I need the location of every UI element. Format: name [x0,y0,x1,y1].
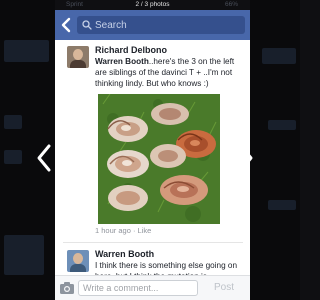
comment-timestamp: 1 hour ago [95,226,131,235]
back-button[interactable] [59,16,73,34]
app-header [55,10,250,40]
background-ghost-block [4,115,22,129]
background-ghost-block [262,48,296,64]
tagged-user-link[interactable]: Warren Booth [95,57,149,66]
comment-meta: 1 hour ago · Like [95,226,151,236]
back-arrow-icon [61,17,71,33]
meta-separator: · [130,226,138,235]
background-right [250,0,300,300]
background-ghost-block [4,150,22,164]
search-input[interactable] [95,16,240,34]
background-ghost-block [268,120,296,130]
comment-text: Warren Booth..here's the 3 on the left a… [95,56,243,89]
search-icon [82,20,92,30]
background-ghost-block [4,235,44,275]
like-link[interactable]: Like [138,226,152,235]
avatar[interactable] [67,250,89,272]
comment-photo[interactable] [98,94,220,224]
photo-counter: 2 / 3 photos [135,1,170,8]
comments-panel: Richard Delbono Warren Booth..here's the… [55,10,250,300]
comment-input[interactable] [78,280,198,296]
comment-author[interactable]: Richard Delbono [95,45,167,56]
comment-author[interactable]: Warren Booth [95,249,154,260]
background-ghost-block [4,40,49,62]
camera-icon[interactable] [59,281,75,295]
post-button[interactable]: Post [205,280,243,296]
snakes-photo [98,94,220,224]
comment-divider [63,242,243,243]
avatar[interactable] [67,46,89,68]
chevron-left-icon [37,144,51,172]
search-bar[interactable] [77,16,245,34]
background-ghost-block [268,200,296,210]
previous-photo-button[interactable] [33,140,57,176]
comment-composer: Post [55,275,250,300]
